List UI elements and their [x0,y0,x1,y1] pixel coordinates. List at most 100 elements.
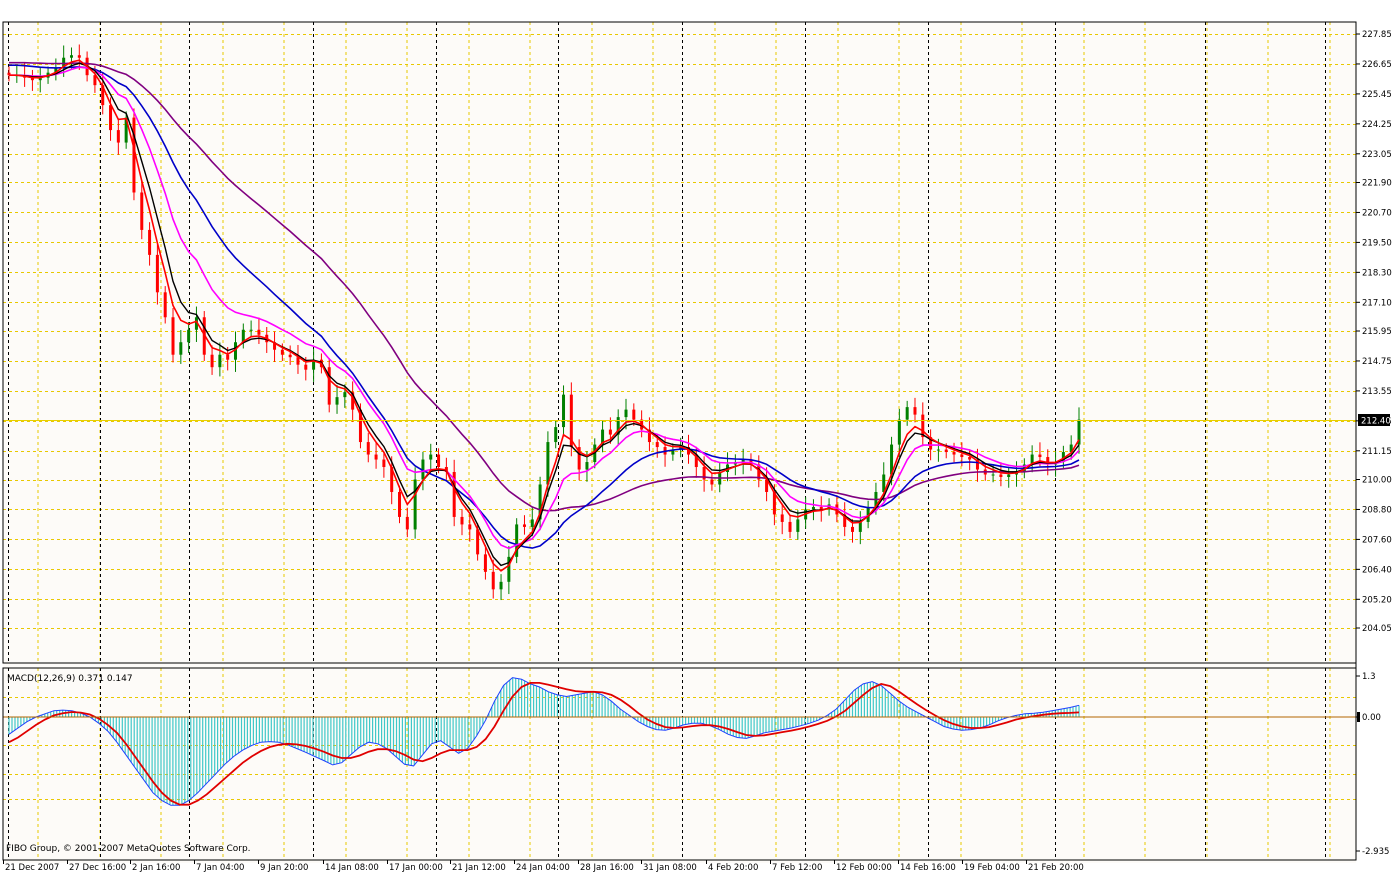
candle-body [991,474,995,476]
time-axis-label: 9 Jan 20:00 [260,863,308,873]
candle-body [405,516,409,530]
candle-body [398,491,402,517]
candle-body [499,581,503,590]
time-axis-label: 21 Dec 2007 [5,863,59,873]
time-axis-label: 7 Feb 12:00 [772,863,822,873]
candle-body [374,454,378,460]
candle-body [366,442,370,455]
trading-chart[interactable]: MACD(12,26,9) 0.371 0.147 227.85 226.65 22… [0,0,1394,874]
candle-body [796,519,800,532]
candle-body [468,524,472,530]
price-axis-label: 219.50 [1362,238,1392,248]
candle-body [960,454,964,458]
candle-body [632,409,636,420]
candle-body [69,55,73,58]
candle-body [226,354,230,360]
candle-body [460,516,464,525]
candle-body [710,479,714,485]
candle-body [148,229,152,255]
candle-body [1007,474,1011,478]
time-axis-label: 24 Jan 04:00 [516,863,570,873]
candle-body [858,521,862,532]
time-axis-label: 4 Feb 20:00 [708,863,758,873]
candle-body [483,554,487,572]
price-axis-label: 226.65 [1362,60,1392,70]
time-axis-label: 2 Jan 16:00 [132,863,180,873]
chart-canvas[interactable]: MACD(12,26,9) 0.371 0.147 227.85 226.65 22… [0,0,1394,874]
price-axis-label: 218.30 [1362,268,1392,278]
candle-body [530,519,534,527]
candle-body [522,524,526,527]
price-axis-label: 211.15 [1362,447,1392,457]
price-axis-label: 215.95 [1362,327,1392,337]
time-axis-label: 17 Jan 00:00 [389,863,443,873]
price-axis-label: 205.20 [1362,595,1392,605]
macd-axis-label: 1.3 [1362,672,1376,682]
candle-body [655,442,659,448]
candle-body [952,452,956,455]
candle-body [288,354,292,358]
candle-up [515,518,519,564]
price-axis-label: 227.85 [1362,30,1392,40]
candle-body [905,407,909,420]
candle-body [257,329,261,335]
time-axis-label: 31 Jan 08:00 [643,863,697,873]
candle-body [280,349,284,355]
price-axis-label: 224.25 [1362,120,1392,130]
candle-body [109,105,113,131]
candle-body [77,55,81,58]
candle-body [187,329,191,343]
macd-axis-label: -2.935 [1362,847,1389,857]
candle-body [585,462,589,470]
copyright-text: FIBO Group, © 2001-2007 MetaQuotes Softw… [6,844,251,854]
candle-body [1038,454,1042,458]
candle-body [546,442,550,485]
candle-body [624,409,628,418]
candle-body [335,397,339,405]
price-axis-label: 221.90 [1362,179,1392,189]
price-axis-label: 207.60 [1362,535,1392,545]
time-axis-label: 28 Jan 16:00 [580,863,634,873]
candle-body [851,526,855,532]
candle-body [936,449,940,451]
candle-body [343,392,347,398]
price-axis-label: 223.05 [1362,150,1392,160]
price-axis-label: 214.75 [1362,357,1392,367]
price-axis-label: 213.55 [1362,387,1392,397]
candle-body [999,474,1003,478]
candle-body [218,354,222,368]
candle-body [140,192,144,230]
macd-indicator-label: MACD(12,26,9) 0.371 0.147 [7,674,133,684]
price-axis-label: 204.05 [1362,624,1392,634]
candle-body [210,354,214,368]
candle-body [437,454,441,468]
macd-zero-marker [1357,712,1360,722]
price-axis[interactable]: 227.85 226.65 225.45 224.25 223.05 221.90 220.… [1356,30,1392,634]
candle-body [562,394,566,428]
candle-body [780,514,784,522]
price-axis-label: 217.10 [1362,298,1392,308]
candle-body [608,429,612,435]
candle-body [968,457,972,460]
current-price-tag: 212.40 [1358,414,1391,427]
candle-body [163,292,167,318]
price-axis-label: 220.70 [1362,208,1392,218]
time-axis-label: 21 Jan 12:00 [452,863,506,873]
candle-body [897,419,901,445]
time-axis-label: 19 Feb 04:00 [964,863,1020,873]
candle-body [944,449,948,453]
candle-body [382,459,386,468]
candle-body [554,427,558,443]
candle-body [491,571,495,590]
candle-body [413,479,417,530]
candle-body [116,130,120,143]
price-axis-label: 208.80 [1362,505,1392,515]
current-price-tag-text: 212.40 [1361,417,1391,427]
time-axis-label: 12 Feb 00:00 [836,863,892,873]
candle-body [429,454,433,460]
time-axis-label: 7 Jan 04:00 [196,863,244,873]
time-axis-label: 21 Feb 20:00 [1028,863,1084,873]
time-axis-label: 14 Feb 16:00 [900,863,956,873]
candle-body [811,506,815,510]
price-axis-label: 206.40 [1362,565,1392,575]
